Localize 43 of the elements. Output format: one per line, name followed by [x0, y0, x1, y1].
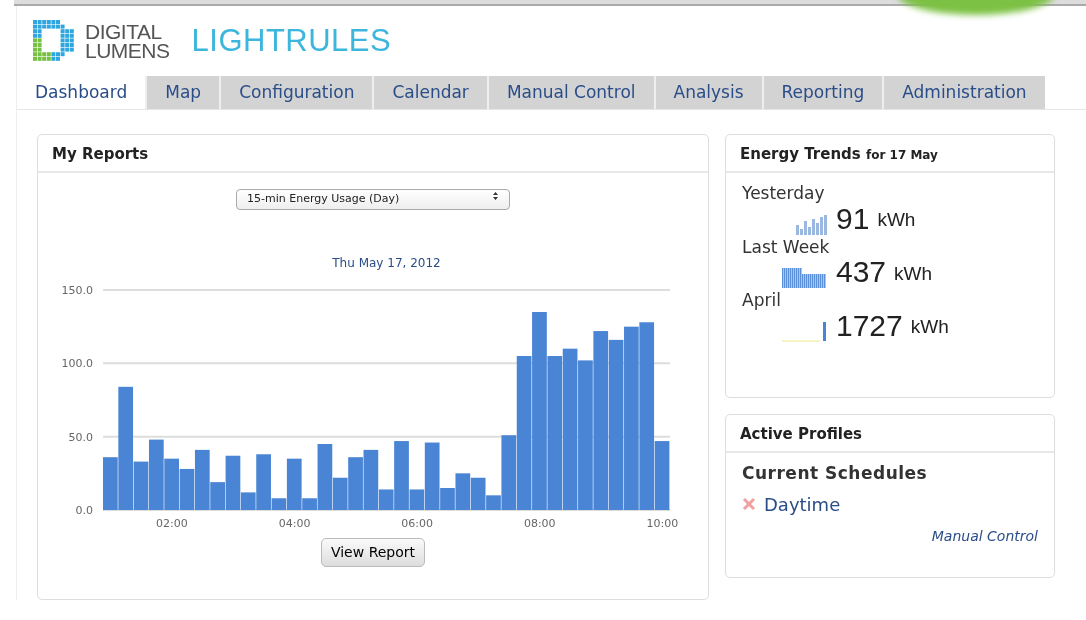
period-label: April: [742, 289, 782, 312]
axis-label: 100.0: [61, 356, 93, 370]
view-report-button[interactable]: View Report: [320, 537, 426, 567]
unit-label: kWh: [894, 261, 933, 286]
panel-title: My Reports: [38, 135, 708, 173]
panel-title: Active Profiles: [726, 415, 1054, 453]
unit-label: kWh: [910, 315, 949, 339]
nav-tab[interactable]: Administration: [882, 76, 1045, 109]
energy-value: 1727: [836, 309, 903, 342]
sparkline-icon: [782, 266, 828, 288]
axis-label: 150.0: [61, 283, 93, 297]
nav-tab[interactable]: Analysis: [653, 76, 762, 109]
energy-value: 437: [836, 256, 887, 288]
product-name: LIGHTRULES: [191, 21, 392, 60]
section-heading: Current Schedules: [742, 462, 929, 485]
axis-label: 0.0: [75, 503, 93, 517]
logo-icon: [31, 18, 77, 64]
nav-tab[interactable]: Calendar: [372, 76, 487, 109]
remove-icon[interactable]: [742, 497, 756, 511]
axis-label: 50.0: [68, 430, 93, 444]
energy-value: 91: [836, 202, 870, 235]
period-label: Last Week: [742, 235, 831, 259]
period-label: Yesterday: [742, 182, 826, 205]
nav-tab[interactable]: Manual Control: [486, 76, 654, 109]
chart-title: Thu May 17, 2012: [332, 255, 441, 270]
sparkline-icon: [782, 319, 828, 342]
axis-label: 02:00: [156, 516, 188, 530]
panel-title: Energy Trends for 17 May: [726, 135, 1054, 173]
company-name: DIGITAL: [85, 22, 163, 41]
manual-control-link[interactable]: Manual Control: [931, 527, 1038, 544]
chart-bar: [164, 458, 179, 510]
report-select[interactable]: 15-min Energy Usage (Day): [236, 189, 510, 210]
nav-tab[interactable]: Configuration: [219, 76, 373, 109]
axis-label: 06:00: [401, 516, 433, 530]
nav-tab[interactable]: Map: [145, 76, 220, 109]
schedule-name: Daytime: [764, 492, 841, 517]
company-name: LUMENS: [85, 41, 170, 60]
stepper-icon: [492, 191, 499, 201]
axis-label: 04:00: [278, 516, 311, 530]
axis-label: 10:00: [646, 516, 679, 530]
nav-tab[interactable]: Reporting: [761, 76, 883, 109]
unit-label: kWh: [877, 208, 916, 232]
axis-label: 08:00: [523, 516, 556, 530]
